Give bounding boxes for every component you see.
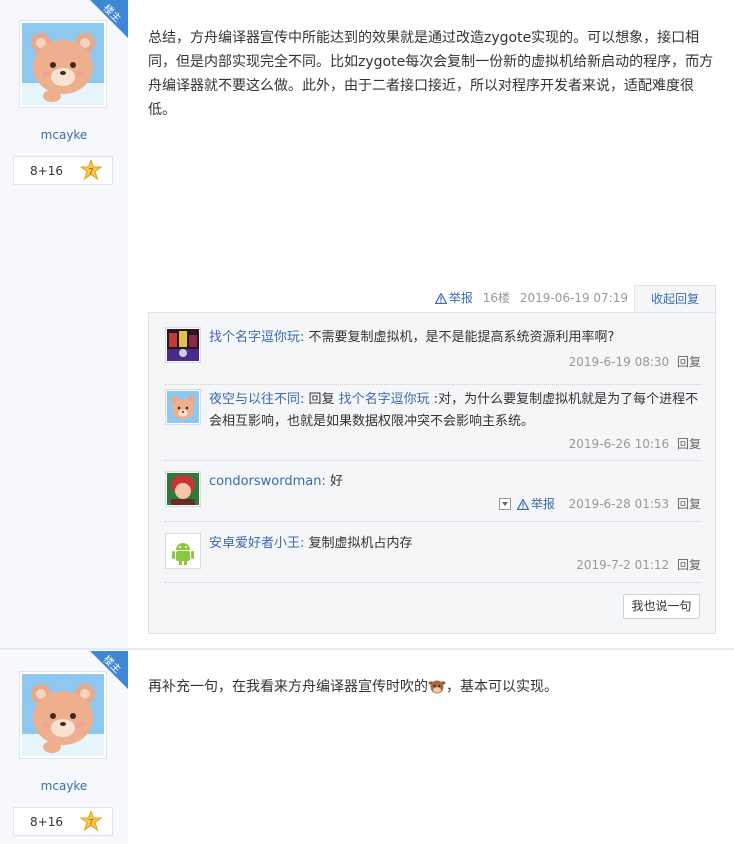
reply-divider <box>165 582 701 583</box>
post-date: 2019-06-19 07:19 <box>519 291 628 305</box>
reply-date: 2019-7-2 01:12 <box>576 558 670 572</box>
list-item: 安卓爱好者小王: 复制虚拟机占内存 2019-7-2 01:12 回复 <box>165 533 701 579</box>
reply-footer: 2019-6-26 10:16 回复 <box>569 435 701 452</box>
say-something-button[interactable]: 我也说一句 <box>623 594 700 619</box>
level-star-badge-icon: 7 <box>80 811 102 832</box>
anime-avatar-icon <box>167 473 199 505</box>
reply-avatar[interactable] <box>165 533 201 569</box>
list-item: 夜空与以往不同: 回复 找个名字逗你玩 :对，为什么要复制虚拟机就是为了每个进程… <box>165 389 701 453</box>
floor-number: 16楼 <box>482 291 511 305</box>
post-text-after: ，基本可以实现。 <box>446 679 558 695</box>
level-badge-number: 7 <box>88 167 93 177</box>
reply-prefix: 回复 <box>304 392 339 407</box>
reply-date: 2019-6-28 01:53 <box>568 497 670 511</box>
list-item: 找个名字逗你玩: 不需要复制虚拟机，是不是能提高系统资源利用率啊? 2019-6… <box>165 327 701 373</box>
bear-avatar-icon <box>167 391 199 423</box>
post-text-before: 再补充一句，在我看来方舟编译器宣传时吹的 <box>148 679 428 695</box>
reply-body: 不需要复制虚拟机，是不是能提高系统资源利用率啊? <box>304 330 615 345</box>
reply-footer: 2019-6-19 08:30 回复 <box>569 353 701 370</box>
level-text: 8+16 <box>30 164 63 178</box>
reply-footer: 2019-7-2 01:12 回复 <box>576 556 701 573</box>
reply-date: 2019-6-26 10:16 <box>568 437 670 451</box>
post-content: 再补充一句，在我看来方舟编译器宣传时吹的 ，基本可以实现。 <box>148 675 714 699</box>
username[interactable]: mcayke <box>0 128 128 142</box>
post-floor-next: mcayke 8+16 7 楼主 再补充一句，在我看来方舟编译器宣传时吹的 ，基本… <box>0 651 734 844</box>
user-level: 8+16 7 <box>13 156 113 185</box>
reply-avatar[interactable] <box>165 327 201 363</box>
reply-button[interactable]: 回复 <box>677 497 701 511</box>
reply-body: 复制虚拟机占内存 <box>304 536 413 551</box>
reply-avatar[interactable] <box>165 471 201 507</box>
report-link[interactable]: 举报 <box>516 497 559 511</box>
reply-username[interactable]: 夜空与以往不同: <box>209 392 304 407</box>
warning-icon <box>516 498 530 511</box>
user-level: 8+16 7 <box>13 807 113 836</box>
report-label: 举报 <box>530 497 555 511</box>
collapse-replies-button[interactable]: 收起回复 <box>634 285 716 313</box>
warning-icon <box>434 292 448 305</box>
level-badge-number: 7 <box>88 818 93 828</box>
reply-button[interactable]: 回复 <box>677 355 701 369</box>
list-item: condorswordman: 好 举报 2019-6-28 01:53 回复 <box>165 471 701 517</box>
reply-footer: 举报 2019-6-28 01:53 回复 <box>498 495 701 512</box>
android-avatar-icon <box>167 535 199 567</box>
reply-body: 好 <box>325 474 344 489</box>
reply-text: 安卓爱好者小王: 复制虚拟机占内存 <box>209 533 701 555</box>
report-link[interactable]: 举报 <box>434 291 477 305</box>
reply-username[interactable]: 安卓爱好者小王: <box>209 536 304 551</box>
reply-button[interactable]: 回复 <box>677 558 701 572</box>
reply-target-user[interactable]: 找个名字逗你玩 <box>339 392 430 407</box>
level-star-badge-icon: 7 <box>80 160 102 181</box>
reply-avatar[interactable] <box>165 389 201 425</box>
reply-text: condorswordman: 好 <box>209 471 701 493</box>
post-content: 总结，方舟编译器宣传中所能达到的效果就是通过改造zygote实现的。可以想象，接… <box>148 30 714 118</box>
cow-emoji-icon <box>428 680 446 694</box>
reply-divider <box>165 460 701 461</box>
reply-divider <box>165 521 701 522</box>
post-meta: 举报 16楼 2019-06-19 07:19 <box>434 287 628 309</box>
reply-button[interactable]: 回复 <box>677 437 701 451</box>
reply-divider <box>165 384 701 385</box>
reply-box: 找个名字逗你玩: 不需要复制虚拟机，是不是能提高系统资源利用率啊? 2019-6… <box>148 312 716 634</box>
username[interactable]: mcayke <box>0 779 128 793</box>
user-sidebar: mcayke 8+16 7 楼主 <box>0 0 128 648</box>
user-sidebar: mcayke 8+16 7 楼主 <box>0 651 128 844</box>
dropdown-icon[interactable] <box>498 498 511 510</box>
reply-date: 2019-6-19 08:30 <box>568 355 670 369</box>
post-floor-16: mcayke 8+16 7 楼主 总结，方舟编译器宣传中所能达到的效果就是通过改… <box>0 0 734 648</box>
reply-username[interactable]: 找个名字逗你玩: <box>209 330 304 345</box>
reply-text: 夜空与以往不同: 回复 找个名字逗你玩 :对，为什么要复制虚拟机就是为了每个进程… <box>209 389 701 433</box>
reply-username[interactable]: condorswordman: <box>209 474 326 489</box>
report-label: 举报 <box>448 291 473 305</box>
reply-text: 找个名字逗你玩: 不需要复制虚拟机，是不是能提高系统资源利用率啊? <box>209 327 701 349</box>
game-avatar-icon <box>167 329 199 361</box>
level-text: 8+16 <box>30 815 63 829</box>
